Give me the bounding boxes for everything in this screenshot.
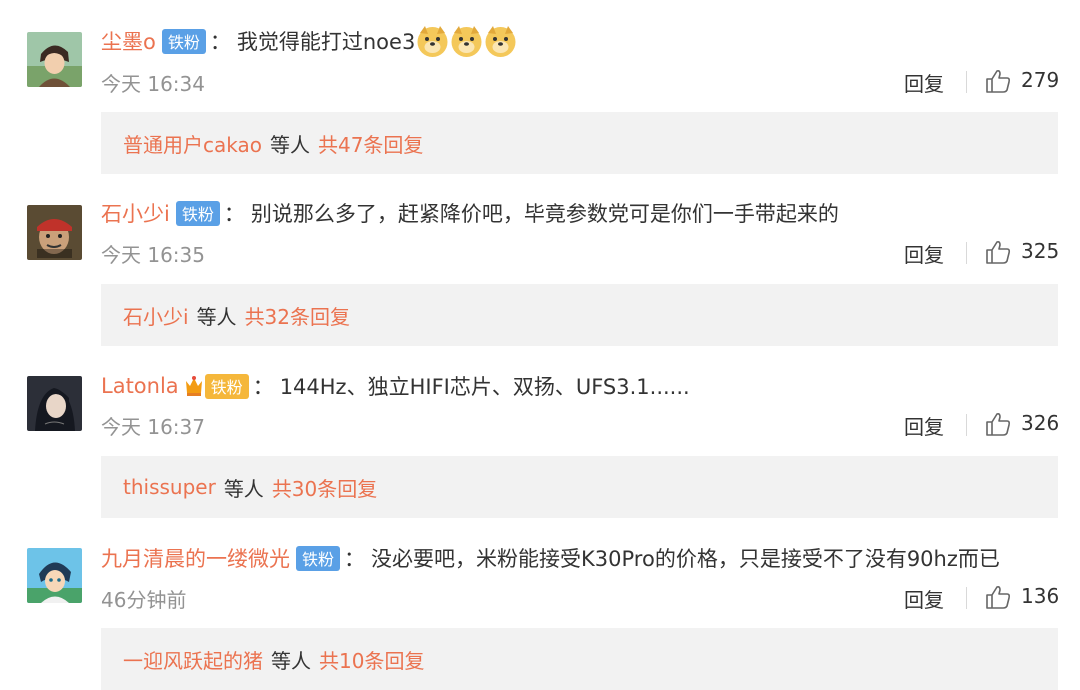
avatar[interactable] [27, 548, 82, 603]
comment-header: 尘墨o 铁粉 ： 我觉得能打过noe3 [101, 21, 517, 61]
comment-header: Latonla 铁粉 ： 144Hz、独立HIFI芯片、双扬、UFS3.1...… [101, 366, 690, 406]
like-count: 325 [1021, 239, 1060, 263]
colon: ： [252, 375, 274, 399]
comment-time: 46分钟前 [101, 588, 187, 612]
doge-icon [450, 25, 483, 58]
avatar[interactable] [27, 376, 82, 431]
reply-preview-total[interactable]: 共30条回复 [272, 473, 377, 502]
reply-preview[interactable]: 一迎风跃起的猪 等人 共10条回复 [101, 628, 1058, 690]
fan-badge[interactable]: 铁粉 [204, 373, 249, 399]
doge-icon [484, 25, 517, 58]
colon: ： [344, 547, 366, 571]
comment-text: 别说那么多了，赶紧降价吧，毕竟参数党可是你们一手带起来的 [250, 202, 839, 226]
reply-preview-etc: 等人 [196, 304, 237, 329]
username[interactable]: 尘墨o [101, 26, 156, 56]
comment-header: 石小少i 铁粉 ： 别说那么多了，赶紧降价吧，毕竟参数党可是你们一手带起来的 [101, 193, 839, 233]
thumbs-up-icon[interactable] [985, 69, 1011, 93]
avatar[interactable] [27, 205, 82, 260]
reply-preview-user[interactable]: thissuper [123, 475, 216, 499]
reply-preview[interactable]: 石小少i 等人 共32条回复 [101, 284, 1058, 346]
comment-text: 144Hz、独立HIFI芯片、双扬、UFS3.1...... [279, 375, 690, 399]
divider [966, 242, 967, 264]
reply-preview-etc: 等人 [271, 648, 311, 673]
reply-preview-user[interactable]: 普通用户cakao [123, 129, 262, 158]
reply-preview-total[interactable]: 共10条回复 [319, 645, 424, 674]
fan-badge[interactable]: 铁粉 [296, 545, 341, 571]
comment-time: 今天 16:34 [101, 72, 205, 96]
reply-preview-user[interactable]: 一迎风跃起的猪 [123, 645, 263, 674]
username[interactable]: Latonla [101, 374, 179, 398]
colon: ： [209, 30, 231, 54]
thumbs-up-icon[interactable] [985, 240, 1011, 264]
avatar[interactable] [27, 32, 82, 87]
like-count: 326 [1021, 411, 1060, 435]
reply-button[interactable]: 回复 [904, 584, 944, 613]
comment-time: 今天 16:35 [101, 243, 205, 267]
colon: ： [223, 202, 245, 226]
divider [966, 71, 967, 93]
doge-icon [416, 25, 449, 58]
comment-header: 九月清晨的一缕微光 铁粉 ： 没必要吧，米粉能接受K30Pro的价格，只是接受不… [101, 538, 1000, 578]
reply-button[interactable]: 回复 [904, 68, 944, 97]
thumbs-up-icon[interactable] [985, 412, 1011, 436]
reply-preview-total[interactable]: 共32条回复 [245, 301, 350, 330]
username[interactable]: 石小少i [101, 198, 170, 228]
comment-time: 今天 16:37 [101, 415, 205, 439]
thumbs-up-icon[interactable] [985, 585, 1011, 609]
comment-text: 我觉得能打过noe3 [236, 30, 416, 54]
username[interactable]: 九月清晨的一缕微光 [101, 543, 290, 573]
divider [966, 587, 967, 609]
reply-preview[interactable]: 普通用户cakao 等人 共47条回复 [101, 112, 1058, 174]
reply-button[interactable]: 回复 [904, 411, 944, 440]
like-count: 136 [1021, 584, 1060, 608]
comment-text: 没必要吧，米粉能接受K30Pro的价格，只是接受不了没有90hz而已 [371, 547, 1000, 571]
divider [966, 414, 967, 436]
crown-icon [185, 375, 203, 397]
reply-button[interactable]: 回复 [904, 239, 944, 268]
reply-preview-etc: 等人 [269, 132, 310, 157]
fan-badge[interactable]: 铁粉 [161, 28, 206, 54]
like-count: 279 [1021, 68, 1060, 92]
reply-preview-etc: 等人 [223, 476, 264, 501]
reply-preview-user[interactable]: 石小少i [123, 301, 189, 330]
fan-badge[interactable]: 铁粉 [175, 200, 220, 226]
reply-preview-total[interactable]: 共47条回复 [318, 129, 423, 158]
reply-preview[interactable]: thissuper 等人 共30条回复 [101, 456, 1058, 518]
